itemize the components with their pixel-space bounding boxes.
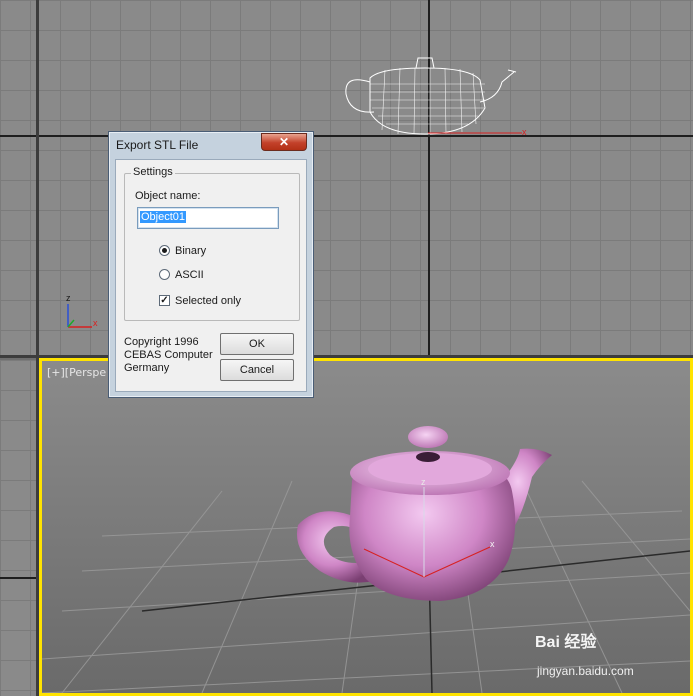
selected-only-label[interactable]: Selected only <box>175 295 241 307</box>
binary-radio-label[interactable]: Binary <box>175 245 206 257</box>
dialog-titlebar[interactable]: Export STL File ✕ <box>109 132 313 158</box>
top-viewport[interactable]: x z x <box>0 0 693 357</box>
close-button[interactable]: ✕ <box>261 133 307 151</box>
ascii-radio[interactable] <box>159 269 170 280</box>
watermark-url: jingyan.baidu.com <box>537 664 634 678</box>
selected-only-checkbox[interactable]: ✓ <box>159 295 170 306</box>
object-name-value: Object01 <box>140 211 187 223</box>
grid-axis-horizontal <box>0 577 39 579</box>
ascii-radio-label[interactable]: ASCII <box>175 269 204 281</box>
dialog-title: Export STL File <box>116 138 199 152</box>
close-icon: ✕ <box>278 135 290 149</box>
ok-button[interactable]: OK <box>220 333 294 355</box>
gizmo-x-label: x <box>93 318 98 328</box>
gizmo-z-label: z <box>66 293 71 303</box>
svg-text:x: x <box>522 127 527 137</box>
perspective-viewport[interactable]: [+][Perspe z x Bai 经验 jingyan.baidu.com <box>39 358 693 696</box>
object-name-label: Object name: <box>135 190 201 202</box>
watermark-brand: Bai 经验 <box>535 634 597 651</box>
svg-text:x: x <box>490 539 495 549</box>
object-name-input[interactable]: Object01 <box>137 207 279 229</box>
axis-gizmo: z x <box>66 293 98 328</box>
cancel-button[interactable]: Cancel <box>220 359 294 381</box>
settings-group-title: Settings <box>131 166 175 178</box>
export-stl-dialog: Export STL File ✕ Settings Object name: … <box>108 131 314 398</box>
left-viewport[interactable] <box>0 360 39 696</box>
checkmark-icon: ✓ <box>160 295 169 306</box>
dialog-client: Settings Object name: Object01 Binary AS… <box>115 159 307 392</box>
radio-selected-dot <box>162 248 167 253</box>
wireframe-teapot[interactable]: x <box>340 48 530 140</box>
binary-radio[interactable] <box>159 245 170 256</box>
copyright-text: Copyright 1996 CEBAS Computer Germany <box>124 336 213 374</box>
svg-text:z: z <box>421 477 426 487</box>
settings-group: Settings Object name: Object01 Binary AS… <box>124 166 300 321</box>
shaded-teapot[interactable]: z x <box>290 421 560 631</box>
